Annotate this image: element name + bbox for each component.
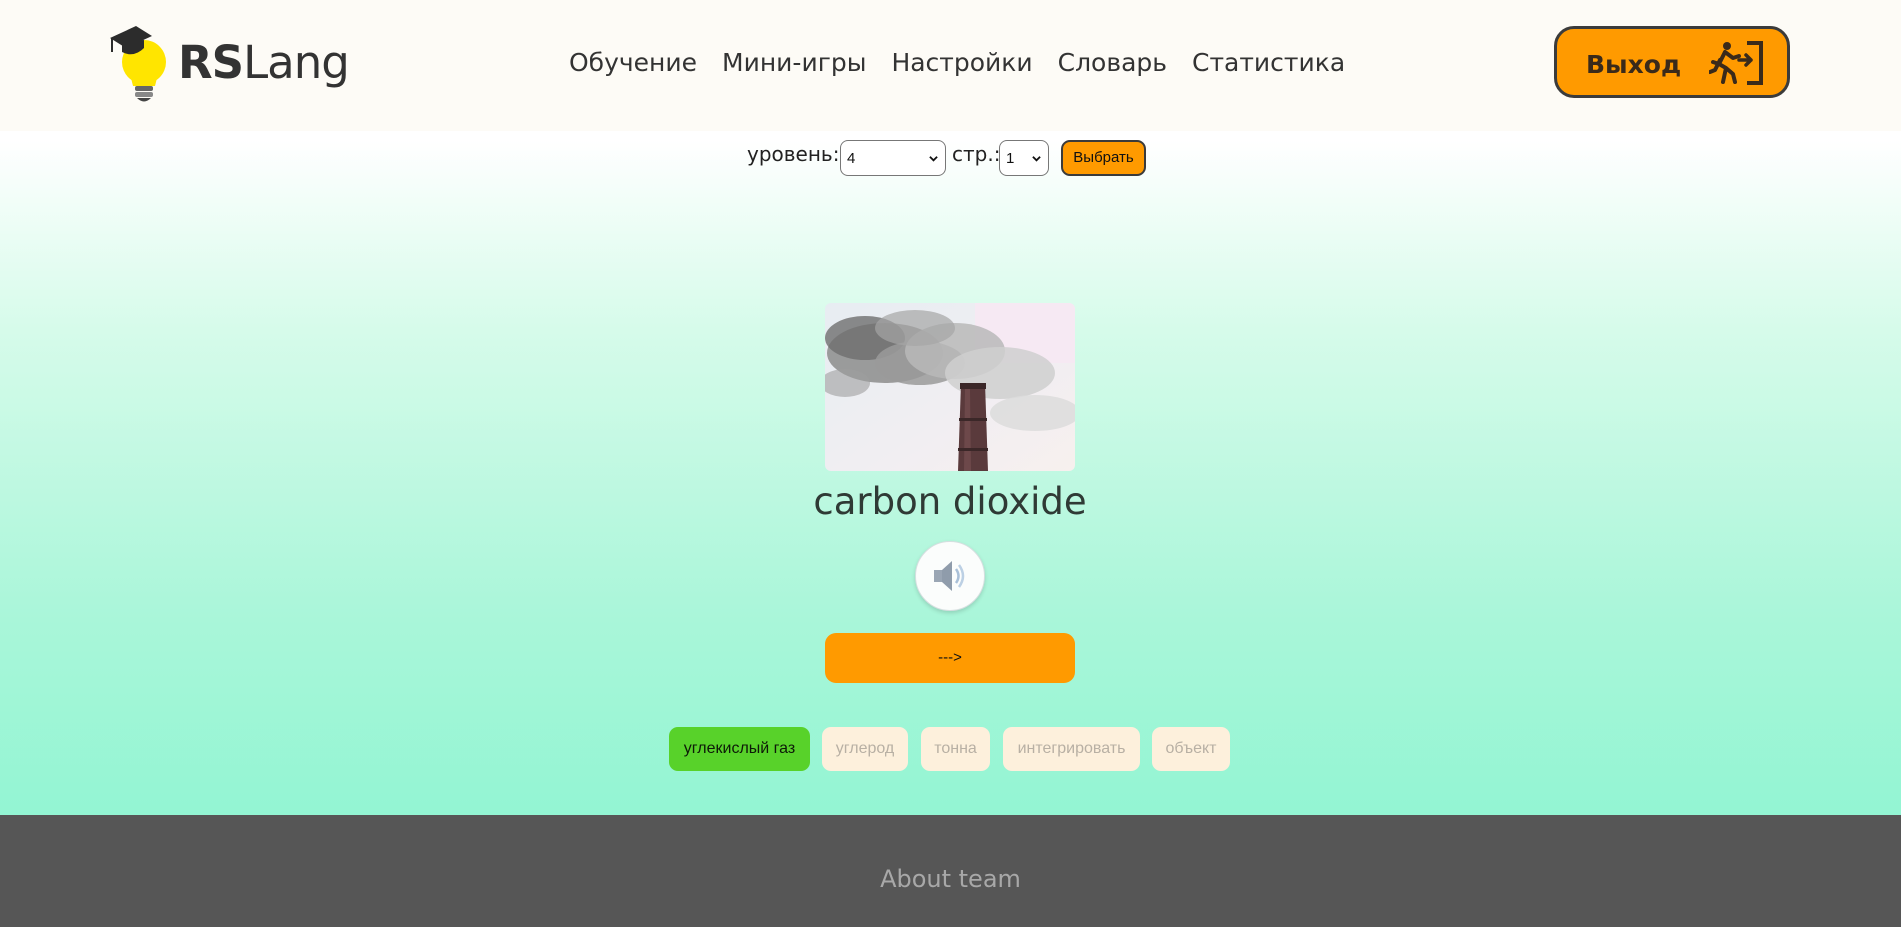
chevron-down-icon [929,156,938,162]
level-label: уровень: [747,142,840,166]
exit-button-label: Выход [1586,50,1682,79]
header: RSLang Обучение Мини-игры Настройки Слов… [0,0,1901,131]
answer-option[interactable]: тонна [921,727,990,771]
main-nav: Обучение Мини-игры Настройки Словарь Ста… [569,48,1345,77]
nav-item-learning[interactable]: Обучение [569,48,697,77]
page-select[interactable]: 1 [999,140,1049,176]
next-button[interactable]: ---> [825,633,1075,683]
nav-item-mini-games[interactable]: Мини-игры [722,48,866,77]
answer-option[interactable]: интегрировать [1003,727,1140,771]
logo-text-bold: RS [178,36,244,89]
choose-button[interactable]: Выбрать [1061,140,1146,176]
speaker-icon [934,561,965,591]
answer-option[interactable]: объект [1152,727,1230,771]
audio-button[interactable] [915,541,985,611]
word-image [825,303,1075,471]
answer-option[interactable]: углекислый газ [669,727,810,771]
nav-item-settings[interactable]: Настройки [891,48,1032,77]
smokestack-image [825,303,1075,471]
logo-text[interactable]: RSLang [178,36,350,89]
word-title: carbon dioxide [813,480,1087,523]
exit-icon [1709,41,1763,85]
nav-item-dictionary[interactable]: Словарь [1058,48,1167,77]
level-select-value: 4 [847,150,856,167]
lightbulb-graduation-icon [110,26,166,102]
logo-text-light: Lang [243,36,350,89]
level-select[interactable]: 4 [840,140,946,176]
footer: About team [0,815,1901,927]
chevron-down-icon [1032,156,1041,162]
page-select-value: 1 [1006,150,1015,167]
exit-button[interactable]: Выход [1554,26,1790,98]
about-team-link[interactable]: About team [0,865,1901,893]
answer-option[interactable]: углерод [822,727,908,771]
page-label: стр.: [952,142,1001,166]
nav-item-statistics[interactable]: Статистика [1192,48,1345,77]
